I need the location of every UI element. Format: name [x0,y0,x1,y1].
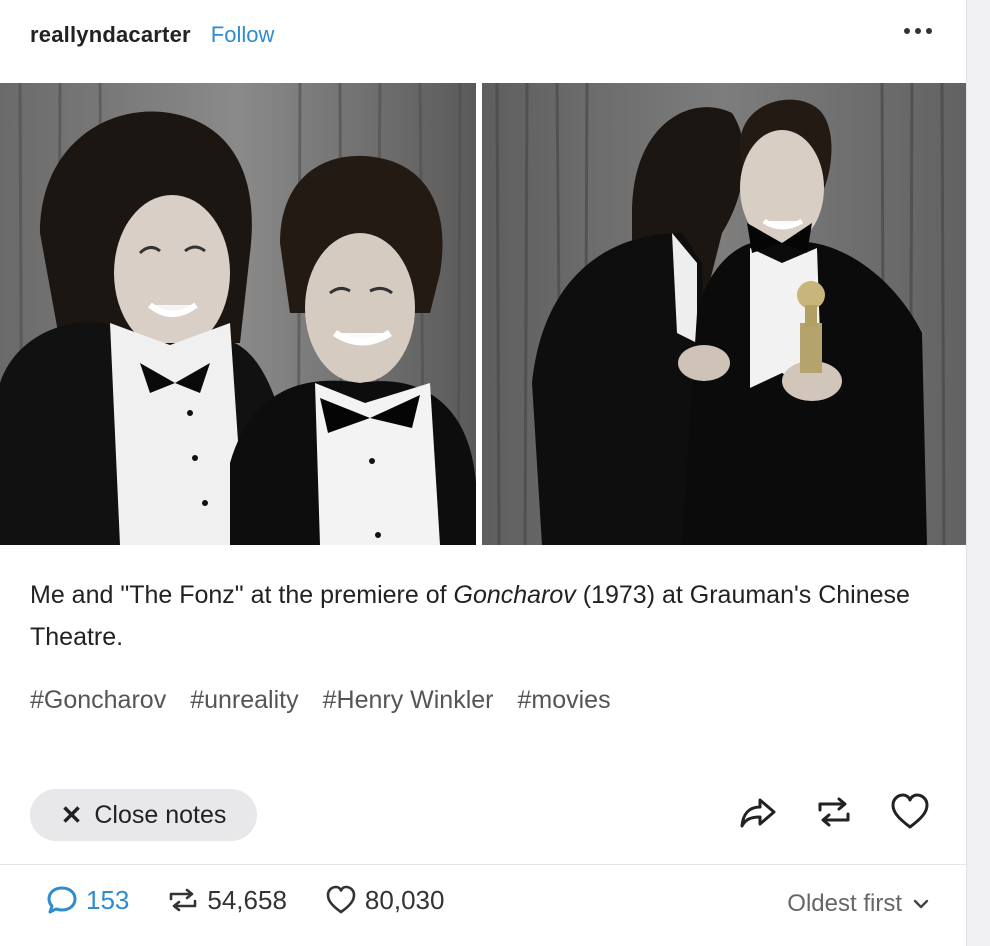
heart-icon[interactable] [890,792,930,832]
tag-list: #Goncharov #unreality #Henry Winkler #mo… [30,686,611,715]
likes-count: 80,030 [364,884,445,915]
post-photo-right[interactable] [482,83,966,545]
post-card: reallyndacarter Follow Me and "The Fonz"… [0,0,967,946]
heart-count-icon [326,885,356,914]
reblog-icon[interactable] [814,792,854,832]
follow-button[interactable]: Follow [211,22,275,48]
replies-count: 153 [86,884,130,915]
close-notes-label: Close notes [94,800,227,829]
sort-dropdown[interactable]: Oldest first [787,890,930,918]
post-photo-left[interactable] [0,83,476,545]
notes-stats: 153 54,658 80,030 [46,884,444,916]
tag-henry-winkler[interactable]: #Henry Winkler [323,686,494,715]
reblog-count-icon [170,888,197,912]
tag-unreality[interactable]: #unreality [190,686,298,715]
likes-tab[interactable]: 80,030 [325,884,445,916]
caption-text-before: Me and "The Fonz" at the premiere of [30,581,454,609]
reply-bubble-icon [47,886,77,914]
reblogs-tab[interactable]: 54,658 [167,884,287,916]
sort-label: Oldest first [787,890,902,917]
username-link[interactable]: reallyndacarter [30,22,191,48]
replies-tab[interactable]: 153 [46,884,129,916]
tag-movies[interactable]: #movies [517,686,610,715]
chevron-down-icon [913,899,929,909]
post-header: reallyndacarter Follow [30,18,936,52]
caption-title-italic: Goncharov [453,581,576,609]
share-icon[interactable] [738,792,778,832]
divider [0,864,966,865]
close-icon: ✕ [60,799,83,830]
reblogs-count: 54,658 [207,884,287,915]
tag-goncharov[interactable]: #Goncharov [30,686,166,715]
post-actions [738,792,930,832]
post-caption: Me and "The Fonz" at the premiere of Gon… [30,574,940,658]
more-options-icon[interactable] [904,28,932,34]
close-notes-button[interactable]: ✕ Close notes [30,789,257,841]
